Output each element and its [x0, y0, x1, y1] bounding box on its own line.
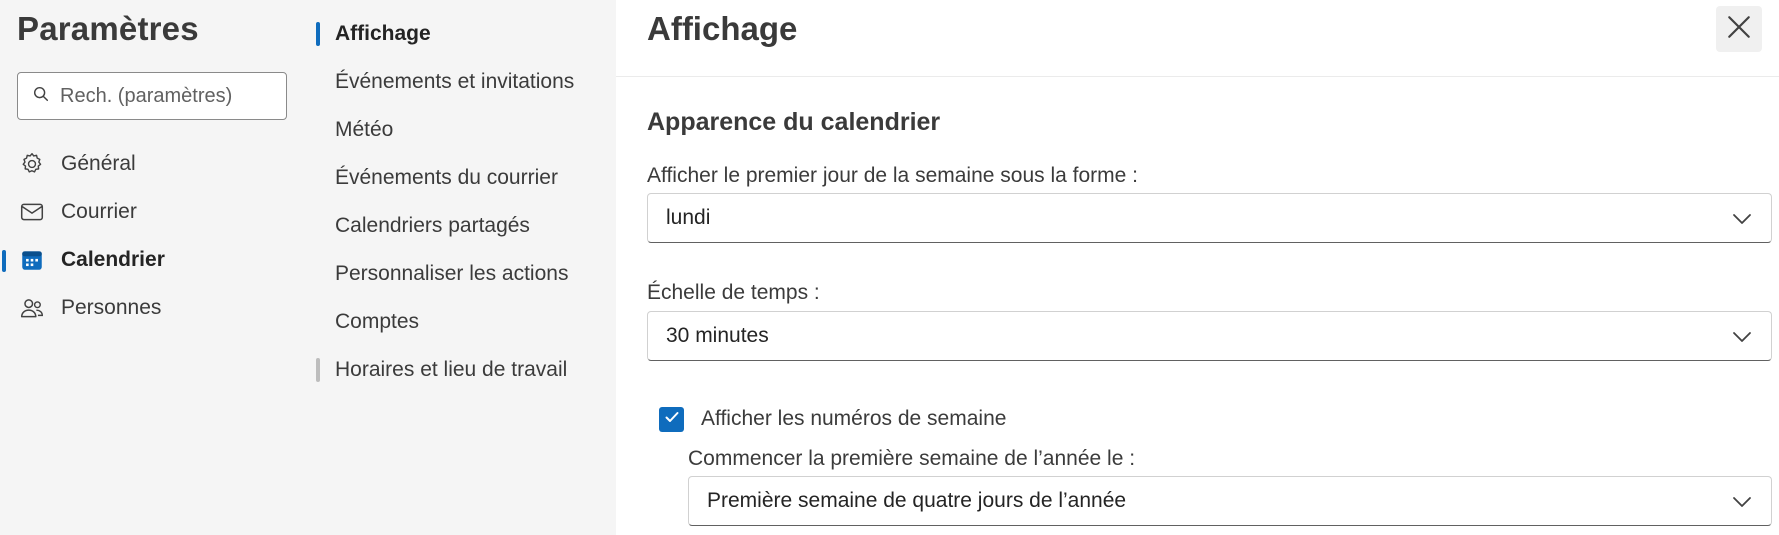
close-icon	[1726, 14, 1752, 45]
sidebar-item-general[interactable]: Général	[0, 140, 290, 188]
page-title: Affichage	[647, 10, 798, 47]
sidebar-item-mail[interactable]: Courrier	[0, 188, 290, 236]
subnav-item-shared-calendars[interactable]: Calendriers partagés	[316, 202, 606, 250]
subnav-item-label: Horaires et lieu de travail	[335, 358, 568, 381]
first-day-label: Afficher le premier jour de la semaine s…	[647, 164, 1138, 187]
first-day-select[interactable]: lundi	[647, 193, 1772, 243]
subnav-item-customize-actions[interactable]: Personnaliser les actions	[316, 250, 606, 298]
active-indicator	[316, 22, 320, 46]
sidebar-item-label: Calendrier	[61, 248, 165, 271]
content-header: Affichage	[616, 0, 1779, 77]
settings-search-box[interactable]	[17, 72, 287, 120]
settings-sidebar: Paramètres Général Courrier Calendrier	[0, 0, 616, 535]
sidebar-item-people[interactable]: Personnes	[0, 284, 290, 332]
search-icon	[32, 85, 50, 108]
week-numbers-label: Afficher les numéros de semaine	[701, 407, 1007, 430]
main-settings-nav: Général Courrier Calendrier Personnes	[0, 140, 290, 332]
first-day-value: lundi	[666, 206, 711, 229]
subnav-item-display[interactable]: Affichage	[316, 10, 606, 58]
subnav-item-label: Météo	[335, 118, 394, 141]
subnav-item-label: Affichage	[335, 22, 431, 45]
first-week-value: Première semaine de quatre jours de l’an…	[707, 489, 1127, 512]
hover-indicator	[316, 358, 320, 382]
first-week-label: Commencer la première semaine de l’année…	[688, 447, 1136, 470]
gear-icon	[18, 150, 46, 178]
chevron-down-icon	[1731, 491, 1753, 513]
subnav-item-label: Événements et invitations	[335, 70, 575, 93]
active-indicator	[2, 250, 6, 272]
time-scale-select[interactable]: 30 minutes	[647, 311, 1772, 361]
calendar-settings-subnav: Affichage Événements et invitations Mété…	[316, 10, 606, 394]
chevron-down-icon	[1731, 326, 1753, 348]
sidebar-item-label: Courrier	[61, 200, 137, 223]
subnav-item-events-invitations[interactable]: Événements et invitations	[316, 58, 606, 106]
subnav-item-label: Comptes	[335, 310, 420, 333]
sidebar-item-calendar[interactable]: Calendrier	[0, 236, 290, 284]
checkmark-icon	[663, 408, 681, 431]
time-scale-value: 30 minutes	[666, 324, 769, 347]
subnav-item-email-events[interactable]: Événements du courrier	[316, 154, 606, 202]
settings-content-pane: Affichage Apparence du calendrier Affich…	[616, 0, 1779, 535]
first-week-select[interactable]: Première semaine de quatre jours de l’an…	[688, 476, 1772, 526]
sidebar-item-label: Général	[61, 152, 136, 175]
sidebar-item-label: Personnes	[61, 296, 162, 319]
close-button[interactable]	[1716, 6, 1762, 52]
subnav-item-work-hours-location[interactable]: Horaires et lieu de travail	[316, 346, 606, 394]
people-icon	[18, 294, 46, 322]
calendar-icon	[18, 246, 46, 274]
section-title: Apparence du calendrier	[647, 108, 941, 136]
mail-icon	[18, 198, 46, 226]
settings-title: Paramètres	[17, 10, 199, 47]
subnav-item-accounts[interactable]: Comptes	[316, 298, 606, 346]
subnav-item-weather[interactable]: Météo	[316, 106, 606, 154]
subnav-item-label: Personnaliser les actions	[335, 262, 569, 285]
subnav-item-label: Événements du courrier	[335, 166, 558, 189]
settings-search-input[interactable]	[60, 84, 280, 108]
subnav-item-label: Calendriers partagés	[335, 214, 530, 237]
time-scale-label: Échelle de temps :	[647, 281, 820, 304]
chevron-down-icon	[1731, 208, 1753, 230]
week-numbers-checkbox[interactable]	[659, 407, 684, 432]
